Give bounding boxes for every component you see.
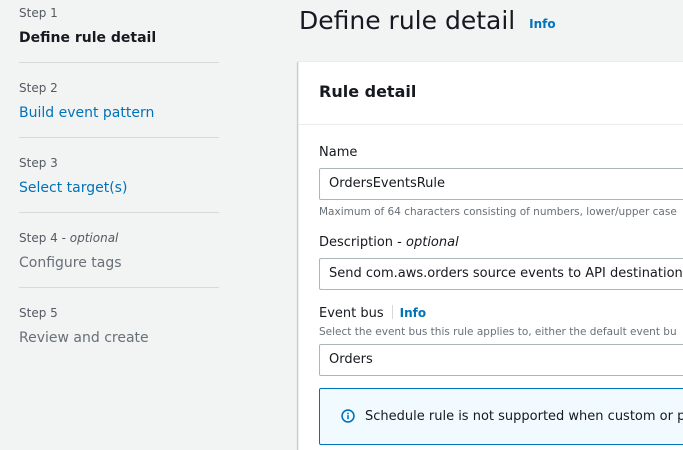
step-2-number: Step 2 — [19, 81, 58, 95]
panel-header: Rule detail — [299, 62, 683, 125]
step-1-number: Step 1 — [19, 6, 58, 20]
step-4-optional-label: optional — [69, 231, 119, 245]
step-1-title: Define rule detail — [19, 30, 157, 46]
name-constraint-hint: Maximum of 64 characters consisting of n… — [319, 206, 677, 218]
step-divider — [19, 287, 219, 288]
event-bus-info-link[interactable]: Info — [400, 306, 426, 320]
event-bus-label: Event bus Info — [319, 304, 426, 323]
description-label-text: Description — [319, 235, 394, 250]
event-bus-label-text: Event bus — [319, 306, 384, 321]
step-3-number: Step 3 — [19, 156, 58, 170]
step-1: Step 1 Define rule detail — [19, 6, 219, 47]
step-4-title: Configure tags — [19, 255, 122, 271]
description-input[interactable]: Send com.aws.orders source events to API… — [319, 258, 683, 290]
info-circle-icon — [341, 409, 355, 423]
page-info-link[interactable]: Info — [529, 17, 555, 31]
step-5-title: Review and create — [19, 330, 149, 346]
schedule-rule-info-alert: Schedule rule is not supported when cust… — [319, 388, 683, 445]
panel-title: Rule detail — [319, 82, 417, 101]
name-input[interactable]: OrdersEventsRule — [319, 168, 683, 200]
rule-detail-panel: Rule detail Name OrdersEventsRule Maximu… — [298, 61, 683, 450]
event-bus-hint: Select the event bus this rule applies t… — [319, 326, 677, 338]
step-2: Step 2 Build event pattern — [19, 81, 219, 122]
step-5-number: Step 5 — [19, 306, 58, 320]
step-2-link[interactable]: Build event pattern — [19, 104, 219, 122]
step-divider — [19, 137, 219, 138]
alert-message: Schedule rule is not supported when cust… — [365, 409, 683, 424]
step-4-number-text: Step 4 — [19, 231, 58, 245]
step-divider — [19, 212, 219, 213]
description-label: Description - optional — [319, 235, 459, 250]
page-title-text: Define rule detail — [299, 6, 516, 35]
step-3: Step 3 Select target(s) — [19, 156, 219, 197]
label-separator — [391, 305, 393, 319]
name-label: Name — [319, 145, 358, 160]
step-5: Step 5 Review and create — [19, 306, 219, 347]
step-divider — [19, 62, 219, 63]
step-4-number: Step 4 - optional — [19, 231, 119, 245]
description-optional-label: optional — [406, 235, 459, 250]
event-bus-select[interactable]: Orders — [319, 344, 683, 376]
step-3-link[interactable]: Select target(s) — [19, 179, 219, 197]
step-4: Step 4 - optional Configure tags — [19, 231, 219, 272]
page-title: Define rule detail Info — [299, 5, 556, 40]
